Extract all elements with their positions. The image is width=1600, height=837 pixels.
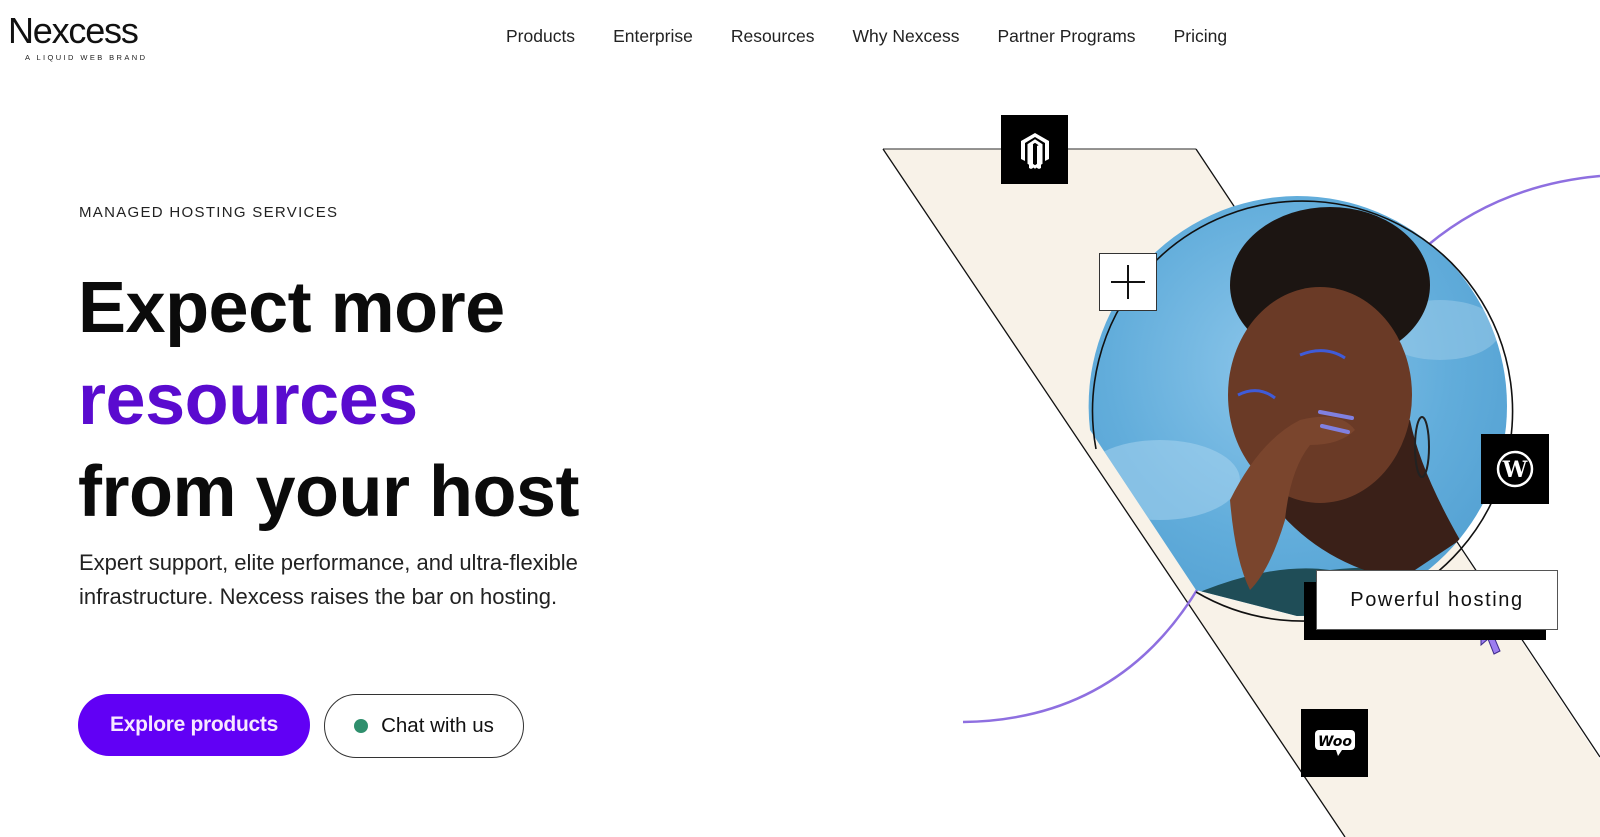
hero-headline: Expect more resources from your host — [78, 262, 580, 538]
svg-text:W: W — [1502, 457, 1528, 483]
headline-line-3: from your host — [78, 452, 580, 532]
woocommerce-tile: Woo — [1301, 709, 1368, 777]
hero-eyebrow: MANAGED HOSTING SERVICES — [79, 204, 339, 221]
brand-logo[interactable]: Nexcess A LIQUID WEB BRAND — [8, 10, 148, 63]
explore-products-button[interactable]: Explore products — [78, 694, 310, 756]
powerful-hosting-callout: Powerful hosting — [1316, 570, 1558, 630]
nav-item-products[interactable]: Products — [506, 24, 575, 48]
wordpress-icon: W — [1496, 450, 1534, 488]
nav-item-why-nexcess[interactable]: Why Nexcess — [852, 24, 959, 48]
woocommerce-icon: Woo — [1314, 730, 1355, 756]
magento-tile — [1001, 115, 1068, 184]
nav-item-partner-programs[interactable]: Partner Programs — [997, 24, 1135, 48]
online-status-dot — [354, 719, 369, 733]
wordpress-tile: W — [1481, 434, 1549, 504]
nav-item-resources[interactable]: Resources — [731, 24, 815, 48]
chat-button-label: Chat with us — [381, 714, 494, 737]
arc-top-right — [1427, 174, 1600, 246]
magento-icon — [1020, 132, 1049, 169]
svg-text:Woo: Woo — [1318, 734, 1352, 750]
nav-item-pricing[interactable]: Pricing — [1174, 24, 1228, 48]
arc-bottom-left — [962, 584, 1202, 724]
nav-item-enterprise[interactable]: Enterprise — [613, 24, 693, 48]
main-nav: Products Enterprise Resources Why Nexces… — [506, 24, 1265, 48]
headline-accent: resources — [78, 360, 418, 440]
add-tile — [1099, 253, 1157, 311]
hero-subcopy: Expert support, elite performance, and u… — [79, 550, 578, 609]
headline-line-1: Expect more — [78, 268, 505, 348]
brand-wordmark: Nexcess — [8, 10, 139, 51]
brand-tagline: A LIQUID WEB BRAND — [25, 53, 148, 62]
plus-icon — [1111, 265, 1145, 299]
chat-with-us-button[interactable]: Chat with us — [324, 694, 524, 758]
